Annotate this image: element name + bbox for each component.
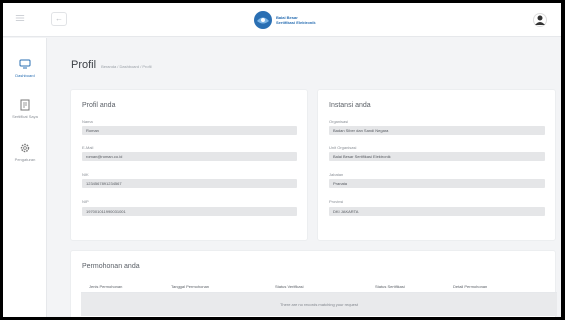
name-label: Nama [82,119,93,124]
breadcrumb[interactable]: Beranda / Dashboard / Profil [101,64,151,69]
column-header[interactable]: Jenis Permohonan [89,284,122,289]
organization-field[interactable]: Badan Siber dan Sandi Negara [329,126,545,135]
sidebar: Dashboard Sertifikat Saya Pengaturan [3,38,47,317]
monitor-icon [19,59,31,69]
page-title: Profil [71,59,97,71]
nip-label: NIP [82,199,89,204]
logo-emblem-icon [254,11,272,29]
column-header[interactable]: Detail Permohonan [453,284,487,289]
requests-card-title: Permohonan anda [82,263,140,270]
organization-label: Organisasi [329,119,349,124]
empty-table-message: There are no records matching your reque… [81,293,557,316]
name-field[interactable]: Roman [82,126,297,135]
email-label: E-Mail [82,145,94,150]
profile-card: Profil anda Nama Roman E-Mail roman@roma… [70,89,308,241]
page-header: Profil Beranda / Dashboard / Profil [71,59,152,71]
profile-card-title: Profil anda [82,102,116,109]
nik-label: NIK [82,172,89,177]
menu-icon[interactable] [15,13,29,27]
app-window: ← Balai Besar Sertifikasi Elektronik Das… [3,3,561,317]
table-header: Jenis Permohonan Tanggal Permohonan Stat… [81,282,557,291]
institution-card: Instansi anda Organisasi Badan Siber dan… [317,89,556,241]
position-field[interactable]: Pranata [329,179,545,188]
arrow-left-icon: ← [55,14,63,23]
avatar[interactable] [533,13,547,27]
province-field[interactable]: DKI JAKARTA [329,207,545,216]
column-header[interactable]: Status Sertifikasi [375,284,405,289]
unit-label: Unit Organisasi [329,145,357,150]
column-header[interactable]: Status Verifikasi [275,284,303,289]
certificate-icon [20,99,30,111]
position-label: Jabatan [329,172,344,177]
column-header[interactable]: Tanggal Permohonan [171,284,209,289]
logo: Balai Besar Sertifikasi Elektronik [253,9,316,31]
sidebar-item-settings[interactable]: Pengaturan [3,142,47,162]
requests-card: Permohonan anda Jenis Permohonan Tanggal… [70,250,557,317]
sidebar-item-label: Pengaturan [14,157,36,162]
nip-field[interactable]: 197001011990031001 [82,207,297,216]
nik-field[interactable]: 1234567891234567 [82,179,297,188]
logo-text: Balai Besar Sertifikasi Elektronik [276,15,316,25]
province-label: Provinsi [329,199,344,204]
institution-card-title: Instansi anda [329,102,371,109]
sidebar-item-certificate[interactable]: Sertifikat Saya [3,99,47,119]
top-bar: ← Balai Besar Sertifikasi Elektronik [3,3,561,37]
gear-icon [20,143,30,153]
sidebar-item-label: Dashboard [15,73,35,78]
sidebar-item-dashboard[interactable]: Dashboard [3,58,47,78]
back-button[interactable]: ← [51,12,67,26]
sidebar-item-label: Sertifikat Saya [12,114,38,119]
email-field[interactable]: roman@roman.co.id [82,152,297,161]
unit-field[interactable]: Balai Besar Sertifikasi Elektronik [329,152,545,161]
